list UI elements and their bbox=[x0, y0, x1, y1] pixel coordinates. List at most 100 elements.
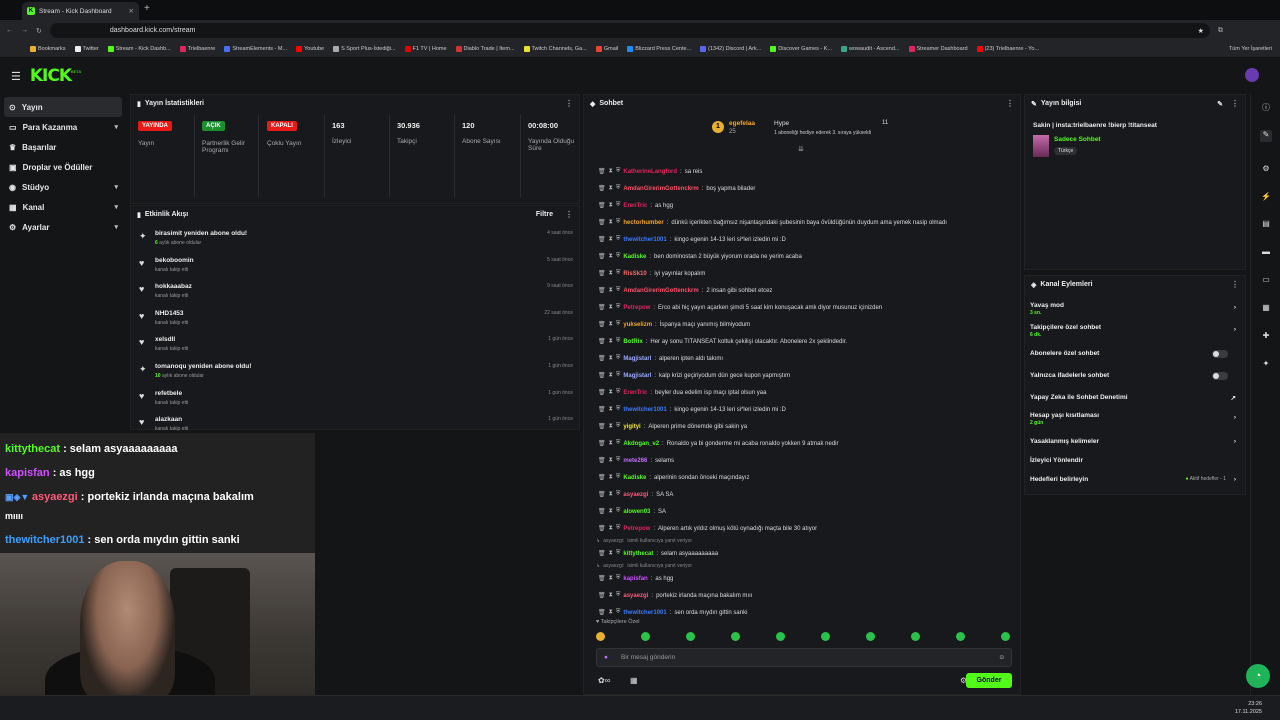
sidebar-item-yayin[interactable]: ⊙ Yayın bbox=[4, 97, 122, 117]
timeout-icon[interactable]: ⧗ bbox=[609, 389, 613, 396]
ban-icon[interactable]: ⛨ bbox=[616, 355, 621, 362]
chat-message[interactable]: 🗑 ⧗ ⛨ Akdogan_v2: Ronaldo ya bi gonderme m… bbox=[598, 437, 839, 450]
bookmark-item[interactable]: Streamer Dashboard bbox=[908, 46, 968, 52]
delete-icon[interactable]: 🗑 bbox=[598, 474, 606, 481]
delete-icon[interactable]: 🗑 bbox=[598, 304, 606, 311]
sidebar-item-droplar[interactable]: ▣ Droplar ve Ödüller bbox=[0, 157, 128, 177]
chat-username[interactable]: asyaezgi bbox=[623, 492, 648, 498]
chat-username[interactable]: Kadiske bbox=[623, 254, 646, 260]
timeout-icon[interactable]: ⧗ bbox=[609, 491, 613, 498]
chat-message[interactable]: 🗑 ⧗ ⛨ mete266: selams bbox=[598, 454, 674, 467]
delete-icon[interactable]: 🗑 bbox=[598, 236, 606, 243]
ban-icon[interactable]: ⛨ bbox=[616, 168, 621, 175]
mic-icon[interactable]: ● bbox=[604, 654, 608, 661]
chat-message[interactable]: 🗑 ⧗ ⛨ thewitcher1001: kingo egenin 14-13 l… bbox=[598, 403, 786, 416]
timeout-icon[interactable]: ⧗ bbox=[609, 406, 613, 413]
chat-username[interactable]: alowen03 bbox=[623, 509, 650, 515]
more-icon[interactable]: ⋮ bbox=[565, 210, 573, 219]
forward-icon[interactable]: → bbox=[21, 27, 28, 34]
timeout-icon[interactable]: ⧗ bbox=[609, 508, 613, 515]
emote-icon[interactable] bbox=[956, 632, 965, 641]
chat-username[interactable]: kapisfan bbox=[623, 576, 647, 582]
chat-username[interactable]: Magjistarl bbox=[623, 356, 651, 362]
chat-message[interactable]: 🗑 ⧗ ⛨ KatherineLangford: sa reis bbox=[598, 165, 702, 178]
chat-message[interactable]: 🗑 ⧗ ⛨ ErenTric: beyler dua edelim isp maçı… bbox=[598, 386, 766, 399]
category-link[interactable]: Sadece Sohbet bbox=[1054, 136, 1101, 143]
action-emote-only[interactable]: Yalnızca ifadelerle sohbet bbox=[1030, 372, 1242, 380]
delete-icon[interactable]: 🗑 bbox=[598, 592, 606, 599]
chat-message[interactable]: 🗑 ⧗ ⛨ BotRix: Her ay sonu TITANSEAT koltuk… bbox=[598, 335, 847, 348]
bookmark-item[interactable]: wowaudit - Ascend... bbox=[841, 46, 900, 52]
toggle[interactable] bbox=[1212, 372, 1228, 380]
help-chat-icon[interactable]: ◔ bbox=[1246, 664, 1270, 688]
delete-icon[interactable]: 🗑 bbox=[598, 525, 606, 532]
chat-message[interactable]: 🗑 ⧗ ⛨ alowen03: SA bbox=[598, 505, 666, 518]
emote-icon[interactable] bbox=[776, 632, 785, 641]
delete-icon[interactable]: 🗑 bbox=[598, 440, 606, 447]
new-tab-icon[interactable]: + bbox=[144, 3, 150, 14]
chat-message[interactable]: 🗑 ⧗ ⛨ AmdanGirerimGottenckrm: 2 insan gibi… bbox=[598, 284, 772, 297]
shield-icon[interactable]: ✚ bbox=[1260, 331, 1272, 343]
timeout-icon[interactable]: ⧗ bbox=[609, 219, 613, 226]
chat-message[interactable]: 🗑 ⧗ ⛨ Magjistarl: kalp krizi geçiriyodum d… bbox=[598, 369, 790, 382]
delete-icon[interactable]: 🗑 bbox=[598, 508, 606, 515]
sidebar-item-ayarlar[interactable]: ⚙ Ayarlar ▾ bbox=[0, 217, 128, 237]
ban-icon[interactable]: ⛨ bbox=[616, 491, 621, 498]
timeout-icon[interactable]: ⧗ bbox=[609, 592, 613, 599]
info-icon[interactable]: ⓘ bbox=[1260, 102, 1272, 114]
timeout-icon[interactable]: ⧗ bbox=[609, 457, 613, 464]
bookmark-item[interactable]: Stream - Kick Dashb... bbox=[107, 46, 171, 52]
bookmark-item[interactable]: Twitter bbox=[74, 46, 99, 52]
document-icon[interactable]: ▤ bbox=[1260, 219, 1272, 231]
chat-username[interactable]: BotRix bbox=[623, 339, 642, 345]
chat-username[interactable]: ErenTric bbox=[623, 203, 647, 209]
ban-icon[interactable]: ⛨ bbox=[616, 609, 621, 616]
chat-message[interactable]: 🗑 ⧗ ⛨ hectorhumber: dünkü içerikten bağıms… bbox=[598, 216, 947, 229]
ban-icon[interactable]: ⛨ bbox=[616, 219, 621, 226]
back-icon[interactable]: ← bbox=[6, 27, 13, 34]
emote-icon[interactable] bbox=[821, 632, 830, 641]
sidebar-item-basarilar[interactable]: ♛ Başarılar bbox=[0, 137, 128, 157]
emote-icon[interactable] bbox=[866, 632, 875, 641]
bookmark-item[interactable]: (1342) Discord | Ark... bbox=[700, 46, 761, 52]
chat-username[interactable]: Kadiske bbox=[623, 475, 646, 481]
chat-input[interactable]: ● Bir mesaj gönderin ☺ bbox=[596, 648, 1012, 667]
ban-icon[interactable]: ⛨ bbox=[616, 457, 621, 464]
all-bookmarks[interactable]: Tüm Yer İşaretleri bbox=[1229, 46, 1272, 52]
emote-icon[interactable] bbox=[641, 632, 650, 641]
delete-icon[interactable]: 🗑 bbox=[598, 550, 606, 557]
filter-button[interactable]: Filtre bbox=[536, 211, 553, 218]
ban-icon[interactable]: ⛨ bbox=[616, 202, 621, 209]
action-goals[interactable]: Hedefleri belirleyin ● Aktif hedefler - 1… bbox=[1030, 476, 1242, 483]
bookmark-item[interactable]: Diablo Trade | Item... bbox=[455, 46, 515, 52]
ban-icon[interactable]: ⛨ bbox=[616, 525, 621, 532]
delete-icon[interactable]: 🗑 bbox=[598, 491, 606, 498]
emote-icon[interactable] bbox=[731, 632, 740, 641]
send-button[interactable]: Gönder bbox=[966, 673, 1012, 688]
timeout-icon[interactable]: ⧗ bbox=[609, 525, 613, 532]
ban-icon[interactable]: ⛨ bbox=[616, 270, 621, 277]
chat-icon[interactable]: ▬ bbox=[1260, 247, 1272, 259]
bolt-icon[interactable]: ⚡ bbox=[1260, 192, 1272, 204]
sidebar-item-studyo[interactable]: ◉ Stüdyo ▾ bbox=[0, 177, 128, 197]
bookmark-item[interactable]: Trielbaenre bbox=[179, 46, 215, 52]
delete-icon[interactable]: 🗑 bbox=[598, 338, 606, 345]
ban-icon[interactable]: ⛨ bbox=[616, 236, 621, 243]
action-banned-words[interactable]: Yasaklanmış kelimeler › bbox=[1030, 438, 1242, 445]
action-redirect[interactable]: İzleyici Yönlendir bbox=[1030, 457, 1242, 464]
chat-username[interactable]: thewitcher1001 bbox=[623, 237, 666, 243]
bookmark-item[interactable]: StreamElements - M... bbox=[224, 46, 287, 52]
settings-link-icon[interactable]: ✿∞ bbox=[598, 676, 610, 685]
delete-icon[interactable]: 🗑 bbox=[598, 389, 606, 396]
edit-icon[interactable]: ✎ bbox=[1217, 100, 1223, 108]
action-account-age[interactable]: Hesap yaşı kısıtlaması 2 gün › bbox=[1030, 412, 1242, 426]
chat-username[interactable]: thewitcher1001 bbox=[623, 407, 666, 413]
chat-username[interactable]: hectorhumber bbox=[623, 220, 663, 226]
delete-icon[interactable]: 🗑 bbox=[598, 609, 606, 616]
menu-icon[interactable]: ☰ bbox=[11, 70, 21, 83]
kick-logo[interactable]: KICK bbox=[30, 66, 72, 86]
ban-icon[interactable]: ⛨ bbox=[616, 287, 621, 294]
chat-message[interactable]: 🗑 ⧗ ⛨ AmdanGirerimGottenckrm: boş yapma bi… bbox=[598, 182, 755, 195]
chat-message[interactable]: 🗑 ⧗ ⛨ RisSk10: iyi yayınlar kopalım bbox=[598, 267, 705, 280]
timeout-icon[interactable]: ⧗ bbox=[609, 423, 613, 430]
